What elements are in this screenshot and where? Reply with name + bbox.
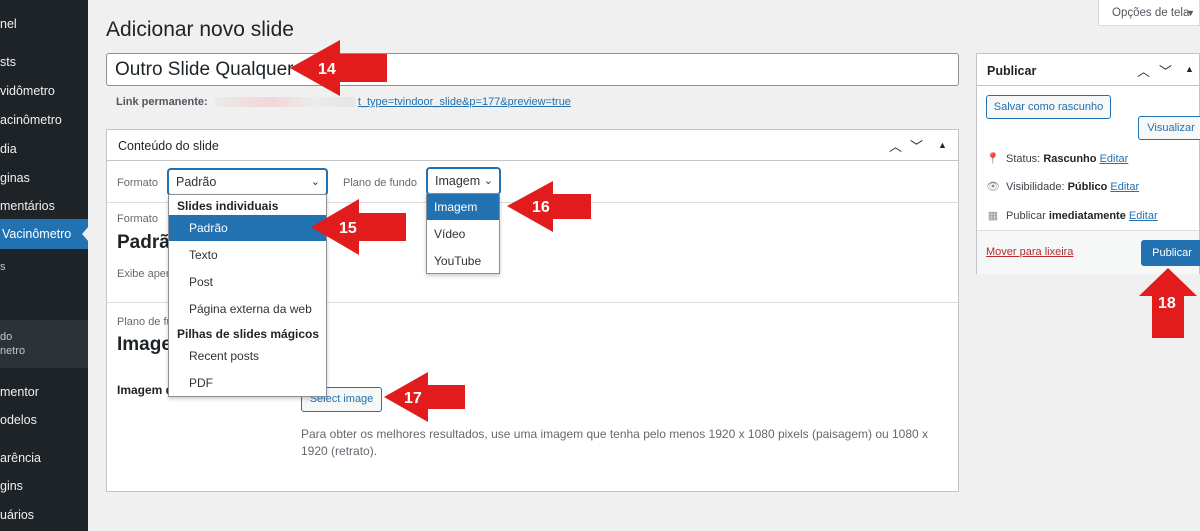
annotation-label-15: 15: [339, 220, 357, 237]
annotation-label-17: 17: [404, 390, 422, 407]
annotation-arrow-14: 14: [290, 40, 387, 96]
annotation-label-14: 14: [318, 61, 336, 78]
annotation-arrow-17: 17: [384, 372, 465, 422]
annotation-arrow-18: 18: [1139, 268, 1197, 338]
annotation-label-16: 16: [532, 199, 550, 216]
annotation-arrow-16: 16: [507, 181, 591, 232]
annotation-arrow-15: 15: [311, 199, 406, 255]
annotation-layer: 14 15 16 17 18: [290, 40, 1197, 422]
annotation-label-18: 18: [1158, 295, 1176, 312]
